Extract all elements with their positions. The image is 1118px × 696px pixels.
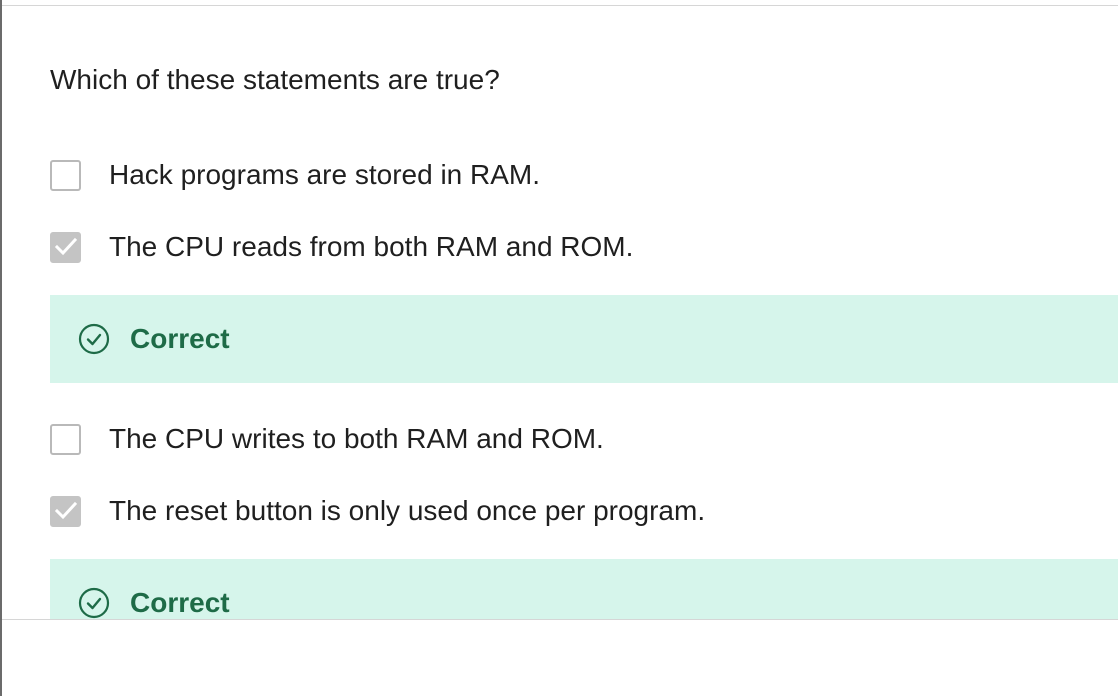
option-1[interactable]: Hack programs are stored in RAM. — [50, 156, 540, 194]
quiz-scroll-area[interactable]: Which of these statements are true? Hack… — [2, 6, 1118, 619]
option-3[interactable]: The CPU writes to both RAM and ROM. — [50, 420, 604, 458]
bottom-divider — [2, 619, 1118, 620]
option-label: The CPU reads from both RAM and ROM. — [109, 231, 634, 262]
check-icon — [54, 237, 77, 256]
feedback-text: Correct — [130, 587, 230, 618]
check-circle-icon — [78, 587, 110, 619]
checkbox-unchecked[interactable] — [50, 159, 81, 191]
checkbox-checked[interactable] — [50, 495, 81, 527]
feedback-text: Correct — [130, 323, 230, 354]
feedback-correct: Correct — [50, 559, 1118, 619]
feedback-correct: Correct — [50, 295, 1118, 383]
quiz-frame: Which of these statements are true? Hack… — [0, 0, 1118, 696]
option-4[interactable]: The reset button is only used once per p… — [50, 492, 705, 530]
question-text: Which of these statements are true? — [50, 64, 500, 95]
option-label: The CPU writes to both RAM and ROM. — [109, 423, 604, 454]
checkbox-unchecked[interactable] — [50, 423, 81, 455]
option-label: Hack programs are stored in RAM. — [109, 159, 541, 190]
option-label: The reset button is only used once per p… — [109, 495, 706, 526]
check-circle-icon — [78, 323, 110, 355]
check-icon — [54, 501, 77, 520]
checkbox-checked[interactable] — [50, 231, 81, 263]
option-2[interactable]: The CPU reads from both RAM and ROM. — [50, 228, 633, 266]
